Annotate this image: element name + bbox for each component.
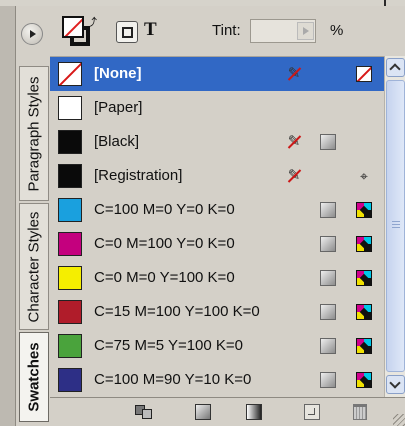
tint-slider-arrow-icon[interactable] bbox=[297, 22, 314, 40]
swatch-row-yellow[interactable]: C=0 M=0 Y=100 K=0 bbox=[50, 261, 384, 295]
tab-swatches[interactable]: Swatches bbox=[19, 332, 49, 422]
tint-label: Tint: bbox=[212, 22, 241, 39]
swatch-chip bbox=[58, 96, 82, 120]
tab-character-styles[interactable]: Character Styles bbox=[19, 203, 49, 330]
not-editable-icon: ✎ bbox=[286, 134, 302, 150]
cmyk-icon bbox=[356, 372, 372, 388]
process-color-icon bbox=[320, 202, 336, 218]
swatch-chip bbox=[58, 368, 82, 392]
show-gradient-swatches-icon[interactable] bbox=[246, 404, 262, 420]
not-editable-icon: ✎ bbox=[286, 66, 302, 82]
swatch-name: [Black] bbox=[94, 133, 140, 150]
formatting-affects-text-button[interactable]: T bbox=[144, 19, 157, 41]
new-swatch-icon[interactable] bbox=[304, 404, 320, 420]
swatch-name: [Registration] bbox=[94, 167, 183, 184]
cmyk-icon bbox=[356, 202, 372, 218]
swatch-row-red[interactable]: C=15 M=100 Y=100 K=0 bbox=[50, 295, 384, 329]
cmyk-icon bbox=[356, 338, 372, 354]
process-color-icon bbox=[320, 270, 336, 286]
swatches-toolbar: ⤴ T Tint: % bbox=[50, 6, 387, 56]
swatch-list: [None] ✎ [Paper] [Black] ✎ [Registration… bbox=[50, 56, 384, 397]
swatch-name: C=0 M=0 Y=100 K=0 bbox=[94, 269, 235, 286]
swatch-name: C=0 M=100 Y=0 K=0 bbox=[94, 235, 235, 252]
cmyk-icon bbox=[356, 270, 372, 286]
swatch-chip bbox=[58, 266, 82, 290]
resize-grip-icon[interactable] bbox=[393, 414, 405, 426]
process-color-icon bbox=[320, 236, 336, 252]
swatch-row-magenta[interactable]: C=0 M=100 Y=0 K=0 bbox=[50, 227, 384, 261]
process-color-icon bbox=[320, 134, 336, 150]
swatch-name: [Paper] bbox=[94, 99, 143, 116]
tab-paragraph-styles[interactable]: Paragraph Styles bbox=[19, 66, 49, 201]
swap-fill-stroke-icon[interactable]: ⤴ bbox=[86, 14, 97, 30]
scroll-down-button[interactable] bbox=[386, 375, 405, 394]
panel-dock-edge bbox=[0, 6, 16, 426]
panel-tab-strip: Paragraph Styles Character Styles Swatch… bbox=[0, 6, 50, 426]
process-color-icon bbox=[320, 372, 336, 388]
swatches-panel: Paragraph Styles Character Styles Swatch… bbox=[0, 6, 405, 426]
fill-icon[interactable] bbox=[62, 16, 84, 38]
none-type-icon bbox=[356, 66, 372, 82]
registration-icon: ⌖ bbox=[360, 168, 368, 184]
scroll-up-button[interactable] bbox=[386, 58, 405, 77]
process-color-icon bbox=[320, 304, 336, 320]
swatches-footer bbox=[50, 397, 405, 426]
cmyk-icon bbox=[356, 236, 372, 252]
swatch-chip bbox=[58, 334, 82, 358]
swatch-name: C=100 M=90 Y=10 K=0 bbox=[94, 371, 252, 388]
not-editable-icon: ✎ bbox=[286, 168, 302, 184]
swatch-row-green[interactable]: C=75 M=5 Y=100 K=0 bbox=[50, 329, 384, 363]
swatch-name: [None] bbox=[94, 65, 142, 82]
swatch-row-blue[interactable]: C=100 M=90 Y=10 K=0 bbox=[50, 363, 384, 397]
show-all-swatches-icon[interactable] bbox=[135, 404, 165, 420]
swatch-chip bbox=[58, 164, 82, 188]
swatch-chip bbox=[58, 130, 82, 154]
swatch-name: C=15 M=100 Y=100 K=0 bbox=[94, 303, 260, 320]
swatch-chip bbox=[58, 232, 82, 256]
tint-input[interactable] bbox=[250, 19, 316, 43]
play-arrow-icon bbox=[30, 30, 36, 38]
swatch-chip bbox=[58, 62, 82, 86]
swatch-row-registration[interactable]: [Registration] ✎ ⌖ bbox=[50, 159, 384, 193]
swatch-chip bbox=[58, 198, 82, 222]
swatch-row-paper[interactable]: [Paper] bbox=[50, 91, 384, 125]
swatch-chip bbox=[58, 300, 82, 324]
scroll-thumb[interactable] bbox=[386, 80, 405, 372]
fill-stroke-selector[interactable]: ⤴ bbox=[62, 14, 97, 50]
delete-swatch-icon[interactable] bbox=[353, 404, 367, 420]
swatch-row-black[interactable]: [Black] ✎ bbox=[50, 125, 384, 159]
tint-percent-label: % bbox=[330, 22, 344, 39]
swatch-name: C=75 M=5 Y=100 K=0 bbox=[94, 337, 244, 354]
grip-icon bbox=[392, 221, 400, 229]
formatting-affects-container-button[interactable] bbox=[116, 21, 138, 43]
swatch-name: C=100 M=0 Y=0 K=0 bbox=[94, 201, 235, 218]
process-color-icon bbox=[320, 338, 336, 354]
vertical-scrollbar[interactable] bbox=[384, 56, 405, 397]
show-color-swatches-icon[interactable] bbox=[195, 404, 211, 420]
cmyk-icon bbox=[356, 304, 372, 320]
container-icon bbox=[122, 27, 133, 38]
collapse-panel-button[interactable] bbox=[21, 23, 43, 45]
swatch-row-cyan[interactable]: C=100 M=0 Y=0 K=0 bbox=[50, 193, 384, 227]
swatch-row-none[interactable]: [None] ✎ bbox=[50, 57, 384, 91]
